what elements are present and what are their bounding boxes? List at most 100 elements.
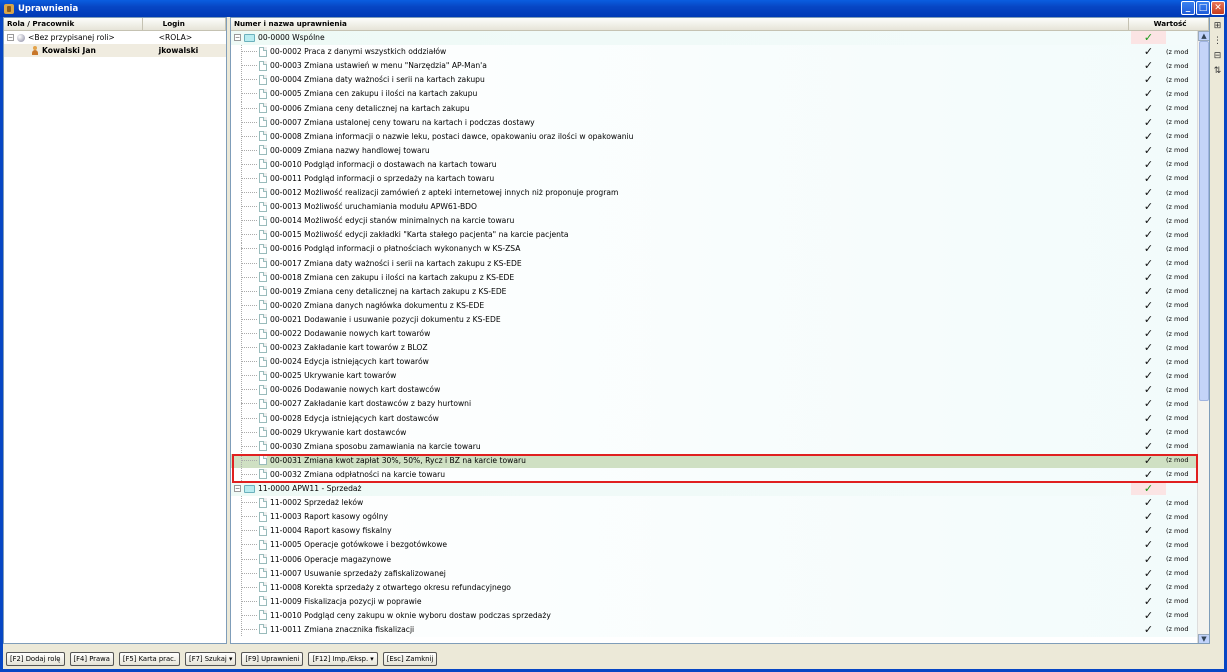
- permission-value-check[interactable]: ✓: [1131, 130, 1166, 143]
- permission-row[interactable]: 00-0017 Zmiana daty ważności i serii na …: [231, 256, 1199, 271]
- permission-value-check[interactable]: ✓: [1131, 285, 1166, 298]
- scroll-down-button[interactable]: ▼: [1198, 634, 1209, 643]
- group-value-check[interactable]: ✓: [1131, 482, 1166, 496]
- permission-row[interactable]: 00-0023 Zakładanie kart towarów z BLOZ ✓(…: [231, 341, 1199, 356]
- permission-row[interactable]: 11-0008 Korekta sprzedaży z otwartego ok…: [231, 580, 1199, 595]
- permission-value-check[interactable]: ✓: [1131, 144, 1166, 157]
- permission-row[interactable]: 00-0012 Możliwość realizacji zamówień z …: [231, 186, 1199, 201]
- permission-value-check[interactable]: ✓: [1131, 369, 1166, 382]
- permission-row[interactable]: 00-0032 Zmiana odpłatności na karcie tow…: [231, 467, 1199, 482]
- permission-row[interactable]: 00-0008 Zmiana informacji o nazwie leku,…: [231, 129, 1199, 144]
- permission-value-check[interactable]: ✓: [1131, 116, 1166, 129]
- permission-row[interactable]: 00-0006 Zmiana ceny detalicznej na karta…: [231, 101, 1199, 116]
- permission-value-check[interactable]: ✓: [1131, 468, 1166, 481]
- permission-row[interactable]: 00-0014 Możliwość edycji stanów minimaln…: [231, 214, 1199, 229]
- permissions-tree[interactable]: Numer i nazwa uprawnienia Wartość − 00-00…: [230, 17, 1210, 644]
- permission-value-check[interactable]: ✓: [1131, 102, 1166, 115]
- group-value-check[interactable]: ✓: [1131, 31, 1166, 45]
- permission-value-check[interactable]: ✓: [1131, 538, 1166, 551]
- permission-value-check[interactable]: ✓: [1131, 327, 1166, 340]
- permission-value-check[interactable]: ✓: [1131, 242, 1166, 255]
- permission-value-check[interactable]: ✓: [1131, 496, 1166, 509]
- collapse-toggle[interactable]: −: [7, 34, 14, 41]
- expand-all-icon[interactable]: ⊞: [1212, 20, 1223, 32]
- permission-row[interactable]: 00-0027 Zakładanie kart dostawców z bazy…: [231, 397, 1199, 412]
- permission-row[interactable]: 00-0028 Edycja istniejących kart dostawc…: [231, 411, 1199, 426]
- collapse-toggle[interactable]: −: [234, 485, 241, 493]
- permission-row[interactable]: 00-0013 Możliwość uruchamiania modułu AP…: [231, 200, 1199, 215]
- permission-row[interactable]: 00-0019 Zmiana ceny detalicznej na karta…: [231, 284, 1199, 299]
- permission-value-check[interactable]: ✓: [1131, 313, 1166, 326]
- function-button-3[interactable]: [F7] Szukaj ▾: [185, 652, 237, 666]
- permission-row[interactable]: 11-0011 Zmiana znacznika fiskalizacji ✓ (z…: [231, 622, 1199, 638]
- permission-value-check[interactable]: ✓: [1131, 200, 1166, 213]
- permission-value-check[interactable]: ✓: [1131, 454, 1166, 467]
- col-header-login[interactable]: Login: [143, 18, 226, 30]
- permission-row[interactable]: 00-0009 Zmiana nazwy handlowej towaru ✓ (z…: [231, 143, 1199, 158]
- permission-row[interactable]: 11-0007 Usuwanie sprzedaży zafiskalizowa…: [231, 566, 1199, 581]
- permission-value-check[interactable]: ✓: [1131, 271, 1166, 284]
- permission-row[interactable]: 11-0003 Raport kasowy ogólny ✓ (z mod: [231, 510, 1199, 525]
- permission-value-check[interactable]: ✓: [1131, 567, 1166, 580]
- close-button[interactable]: ✕: [1211, 1, 1225, 15]
- permission-row[interactable]: 00-0002 Praca z danymi wszystkich oddzia…: [231, 45, 1199, 60]
- permission-row[interactable]: 00-0011 Podgląd informacji o sprzedaży n…: [231, 171, 1199, 187]
- permission-row[interactable]: 00-0031 Zmiana kwot zapłat 30%, 50%, Ryc…: [231, 453, 1199, 468]
- minimize-button[interactable]: _: [1181, 1, 1195, 15]
- permission-value-check[interactable]: ✓: [1131, 257, 1166, 270]
- permission-row[interactable]: 00-0007 Zmiana ustalonej ceny towaru na …: [231, 115, 1199, 130]
- permission-row[interactable]: 00-0018 Zmiana cen zakupu i ilości na ka…: [231, 270, 1199, 285]
- permission-value-check[interactable]: ✓: [1131, 553, 1166, 566]
- permission-row[interactable]: 00-0022 Dodawanie nowych kart towarów ✓ (z…: [231, 326, 1199, 342]
- function-button-5[interactable]: [F12] Imp./Eksp. ▾: [308, 652, 378, 666]
- permission-value-check[interactable]: ✓: [1131, 73, 1166, 86]
- permission-value-check[interactable]: ✓: [1131, 355, 1166, 368]
- permission-row[interactable]: 00-0015 Możliwość edycji zakładki "Karta…: [231, 228, 1199, 243]
- permission-row[interactable]: 11-0004 Raport kasowy fiskalny ✓ (z mod: [231, 524, 1199, 539]
- permission-value-check[interactable]: ✓: [1131, 397, 1166, 410]
- function-button-2[interactable]: [F5] Karta prac.: [118, 652, 181, 666]
- maximize-button[interactable]: □: [1196, 1, 1210, 15]
- scroll-up-button[interactable]: ▲: [1198, 31, 1209, 41]
- permission-value-check[interactable]: ✓: [1131, 412, 1166, 425]
- permission-value-check[interactable]: ✓: [1131, 383, 1166, 396]
- col-header-value[interactable]: Wartość: [1129, 18, 1209, 30]
- permission-row[interactable]: 00-0020 Zmiana danych nagłówka dokumentu…: [231, 298, 1199, 313]
- function-button-4[interactable]: [F9] Uprawnieni: [241, 652, 304, 666]
- permission-value-check[interactable]: ✓: [1131, 581, 1166, 594]
- permission-row[interactable]: 00-0026 Dodawanie nowych kart dostawców ✓…: [231, 383, 1199, 398]
- permission-row[interactable]: 00-0025 Ukrywanie kart towarów ✓ (z mod: [231, 369, 1199, 384]
- permission-value-check[interactable]: ✓: [1131, 299, 1166, 312]
- permission-value-check[interactable]: ✓: [1131, 228, 1166, 241]
- permission-value-check[interactable]: ✓: [1131, 595, 1166, 608]
- permission-row[interactable]: 00-0024 Edycja istniejących kart towarów…: [231, 355, 1199, 370]
- permission-value-check[interactable]: ✓: [1131, 426, 1166, 439]
- col-header-role[interactable]: Rola / Pracownik: [4, 18, 143, 30]
- permission-value-check[interactable]: ✓: [1131, 524, 1166, 537]
- tree-icon[interactable]: ⋮: [1212, 35, 1223, 47]
- permission-row[interactable]: 00-0021 Dodawanie i usuwanie pozycji dok…: [231, 312, 1199, 327]
- permission-row[interactable]: 00-0005 Zmiana cen zakupu i ilości na ka…: [231, 87, 1199, 102]
- collapse-all-icon[interactable]: ⊟: [1212, 50, 1223, 62]
- function-button-1[interactable]: [F4] Prawa: [69, 652, 114, 666]
- permission-row[interactable]: 00-0003 Zmiana ustawień w menu "Narzędzi…: [231, 59, 1199, 74]
- permission-value-check[interactable]: ✓: [1131, 87, 1166, 100]
- role-employee-tree[interactable]: Rola / Pracownik Login − <Bez przypisane…: [3, 17, 227, 644]
- permission-row[interactable]: 00-0004 Zmiana daty ważności i serii na …: [231, 73, 1199, 88]
- collapse-toggle[interactable]: −: [234, 34, 241, 42]
- function-button-6[interactable]: [Esc] Zamknij: [382, 652, 438, 666]
- permission-value-check[interactable]: ✓: [1131, 214, 1166, 227]
- permission-row[interactable]: 00-0010 Podgląd informacji o dostawach n…: [231, 157, 1199, 172]
- permission-row[interactable]: 11-0009 Fiskalizacja pozycji w poprawie ✓…: [231, 594, 1199, 609]
- vertical-scrollbar[interactable]: ▲ ▼: [1197, 31, 1209, 643]
- permission-group-row[interactable]: − 00-0000 Wspólne ✓: [231, 31, 1199, 46]
- permission-value-check[interactable]: ✓: [1131, 59, 1166, 72]
- permission-value-check[interactable]: ✓: [1131, 172, 1166, 185]
- permission-row[interactable]: 00-0029 Ukrywanie kart dostawców ✓ (z mod: [231, 425, 1199, 440]
- permission-value-check[interactable]: ✓: [1131, 510, 1166, 523]
- permission-value-check[interactable]: ✓: [1131, 186, 1166, 199]
- col-header-name[interactable]: Numer i nazwa uprawnienia: [231, 18, 1130, 30]
- permission-value-check[interactable]: ✓: [1131, 341, 1166, 354]
- permission-value-check[interactable]: ✓: [1131, 158, 1166, 171]
- permission-row[interactable]: 11-0010 Podgląd ceny zakupu w oknie wybo…: [231, 608, 1199, 623]
